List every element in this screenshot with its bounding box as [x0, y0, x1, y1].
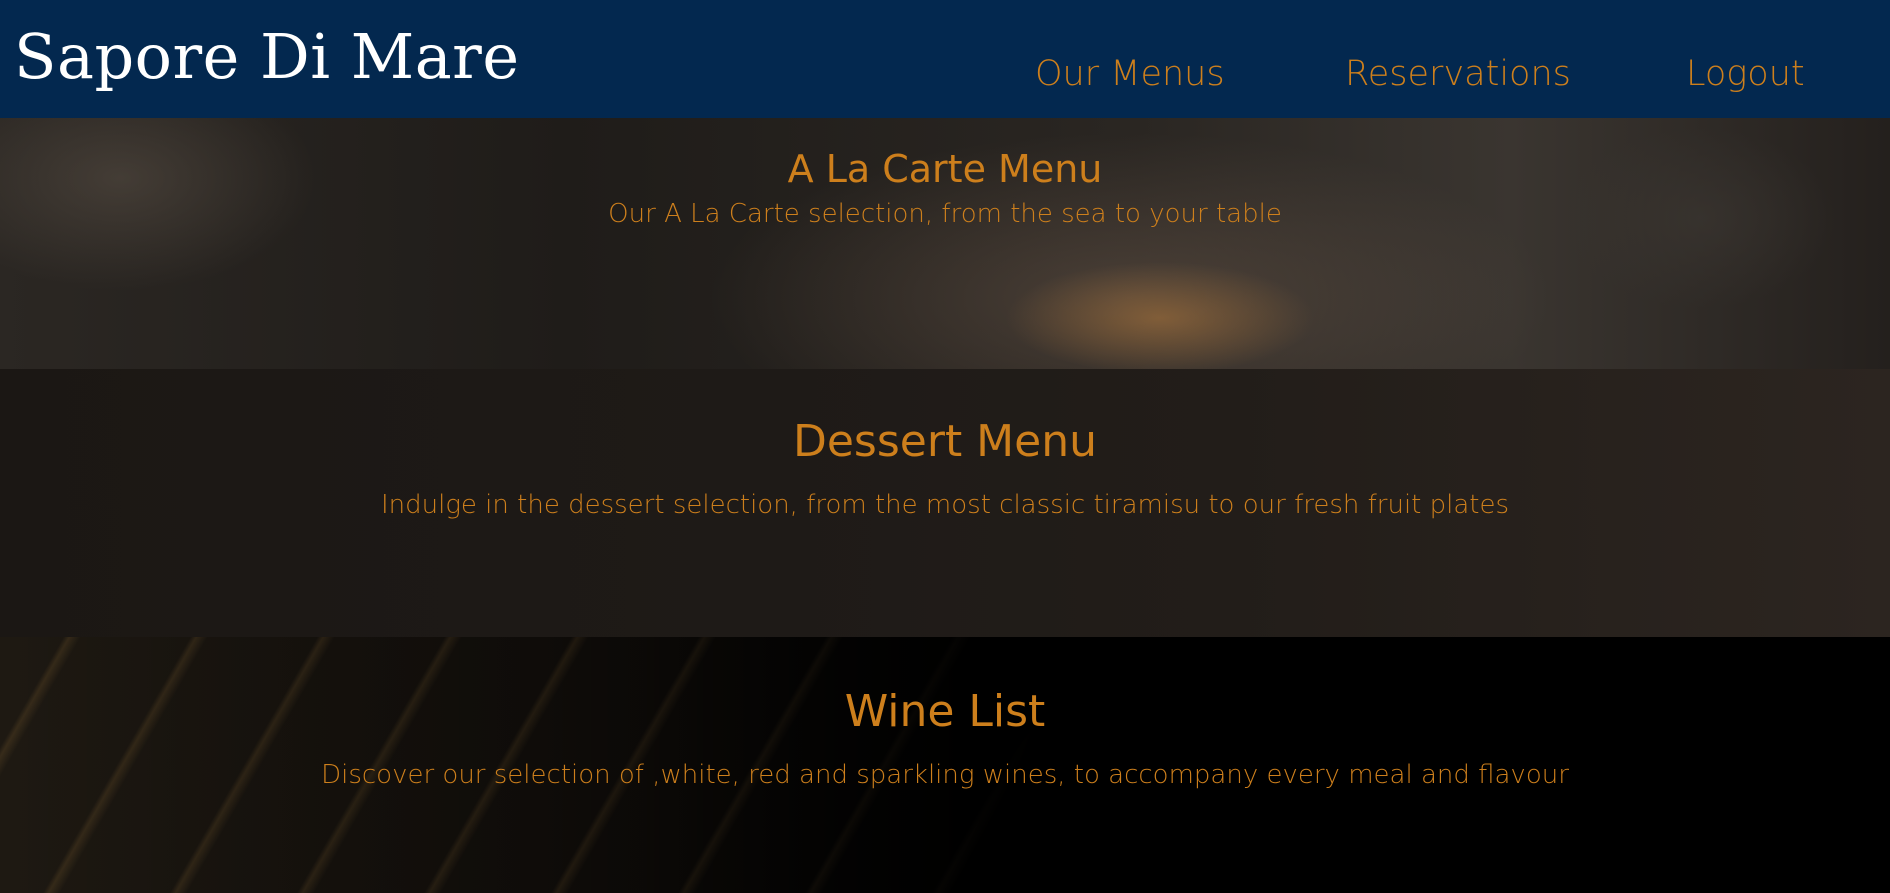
site-header: Sapore Di Mare Our Menus Reservations Lo… — [0, 0, 1890, 118]
menu-card-wine-list[interactable]: Wine List Discover our selection of ,whi… — [0, 637, 1890, 893]
menu-card-title: A La Carte Menu — [787, 147, 1103, 191]
menu-card-title: Wine List — [844, 686, 1046, 737]
menu-card-subtitle: Our A La Carte selection, from the sea t… — [608, 199, 1282, 229]
menu-card-a-la-carte[interactable]: A La Carte Menu Our A La Carte selection… — [0, 118, 1890, 369]
brand-logo[interactable]: Sapore Di Mare — [14, 14, 520, 100]
menu-card-title: Dessert Menu — [792, 416, 1097, 467]
menu-card-subtitle: Indulge in the dessert selection, from t… — [380, 490, 1510, 520]
nav-our-menus[interactable]: Our Menus — [1035, 50, 1225, 98]
menu-card-subtitle: Discover our selection of ,white, red an… — [321, 760, 1569, 790]
nav-reservations[interactable]: Reservations — [1345, 50, 1571, 98]
menu-card-dessert[interactable]: Dessert Menu Indulge in the dessert sele… — [0, 369, 1890, 637]
nav-logout[interactable]: Logout — [1686, 50, 1805, 98]
